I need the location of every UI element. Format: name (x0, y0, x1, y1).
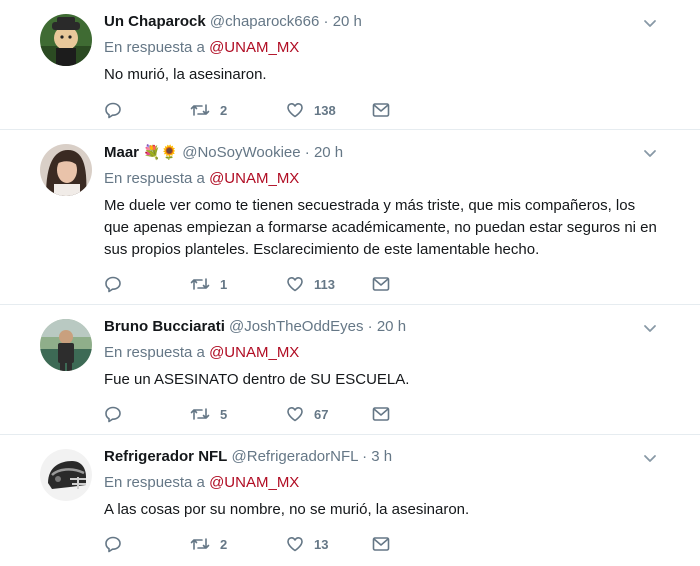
avatar[interactable] (40, 14, 92, 66)
direct-message-button[interactable] (372, 276, 390, 292)
like-count: 113 (314, 276, 335, 292)
heart-icon (286, 535, 304, 553)
retweet-count: 1 (220, 276, 228, 292)
retweet-icon (190, 405, 210, 423)
reply-icon (104, 405, 122, 423)
reply-icon (104, 535, 122, 553)
tweet-header: Maar 💐🌻 @NoSoyWookiee · 20 h (104, 142, 660, 163)
tweet-text: A las cosas por su nombre, no se murió, … (104, 501, 470, 518)
retweet-count: 5 (220, 406, 228, 422)
user-handle[interactable]: @RefrigeradorNFL (232, 448, 358, 465)
direct-message-button[interactable] (372, 406, 390, 422)
timestamp[interactable]: 20 h (377, 318, 406, 335)
display-name[interactable]: Bruno Bucciarati (104, 318, 225, 335)
reply-icon (104, 275, 122, 293)
name-emoji: 💐🌻 (143, 144, 179, 160)
mention-link[interactable]: @UNAM_MX (209, 170, 299, 187)
tweet-text: No murió, la asesinaron. (104, 66, 267, 83)
tweet-actions: 2 138 (104, 100, 390, 120)
retweet-count: 2 (220, 102, 228, 118)
reply-button[interactable] (104, 535, 190, 553)
retweet-button[interactable]: 5 (190, 405, 286, 423)
reply-button[interactable] (104, 275, 190, 293)
reply-context: En respuesta a @UNAM_MX (104, 169, 660, 189)
tweet[interactable]: Maar 💐🌻 @NoSoyWookiee · 20 h En respuest… (0, 130, 700, 305)
retweet-count: 2 (220, 536, 228, 552)
tweet-header: Bruno Bucciarati @JoshTheOddEyes · 20 h (104, 317, 660, 337)
tweet-text: Fue un ASESINATO dentro de SU ESCUELA. (104, 371, 410, 388)
like-count: 138 (314, 102, 336, 118)
separator-dot: · (367, 318, 373, 335)
separator-dot: · (362, 448, 368, 465)
like-button[interactable]: 13 (286, 535, 372, 553)
timestamp[interactable]: 20 h (314, 144, 343, 161)
tweet-actions: 1 113 (104, 274, 390, 294)
envelope-icon (372, 406, 390, 422)
reply-button[interactable] (104, 101, 190, 119)
retweet-button[interactable]: 1 (190, 275, 286, 293)
chevron-down-icon[interactable] (640, 14, 660, 34)
tweet-header: Refrigerador NFL @RefrigeradorNFL · 3 h (104, 447, 660, 467)
display-name[interactable]: Refrigerador NFL (104, 448, 227, 465)
reply-prefix: En respuesta a (104, 170, 205, 187)
like-button[interactable]: 138 (286, 101, 372, 119)
separator-dot: · (304, 144, 310, 161)
reply-button[interactable] (104, 405, 190, 423)
reply-prefix: En respuesta a (104, 39, 205, 56)
envelope-icon (372, 102, 390, 118)
reply-icon (104, 101, 122, 119)
tweet[interactable]: Bruno Bucciarati @JoshTheOddEyes · 20 h … (0, 305, 700, 435)
chevron-down-icon[interactable] (640, 449, 660, 469)
mention-link[interactable]: @UNAM_MX (209, 344, 299, 361)
mention-link[interactable]: @UNAM_MX (209, 474, 299, 491)
like-button[interactable]: 67 (286, 405, 372, 423)
display-name[interactable]: Un Chaparock (104, 13, 206, 30)
reply-context: En respuesta a @UNAM_MX (104, 38, 660, 58)
like-button[interactable]: 113 (286, 275, 372, 293)
heart-icon (286, 275, 304, 293)
direct-message-button[interactable] (372, 102, 390, 118)
reply-prefix: En respuesta a (104, 474, 205, 491)
tweet[interactable]: Un Chaparock @chaparock666 · 20 h En res… (0, 0, 700, 130)
retweet-icon (190, 275, 210, 293)
heart-icon (286, 101, 304, 119)
reply-context: En respuesta a @UNAM_MX (104, 473, 660, 493)
display-name[interactable]: Maar (104, 144, 139, 161)
mention-link[interactable]: @UNAM_MX (209, 39, 299, 56)
tweet-header: Un Chaparock @chaparock666 · 20 h (104, 12, 660, 32)
tweet-text: Me duele ver como te tienen secuestrada … (104, 197, 657, 258)
retweet-button[interactable]: 2 (190, 535, 286, 553)
retweet-button[interactable]: 2 (190, 101, 286, 119)
user-handle[interactable]: @chaparock666 (210, 13, 319, 30)
timestamp[interactable]: 3 h (371, 448, 392, 465)
tweet[interactable]: Refrigerador NFL @RefrigeradorNFL · 3 h … (0, 435, 700, 566)
chevron-down-icon[interactable] (640, 319, 660, 339)
reply-prefix: En respuesta a (104, 344, 205, 361)
tweet-actions: 5 67 (104, 404, 390, 424)
avatar[interactable] (40, 319, 92, 371)
avatar[interactable] (40, 449, 92, 501)
heart-icon (286, 405, 304, 423)
retweet-icon (190, 101, 210, 119)
separator-dot: · (323, 13, 329, 30)
envelope-icon (372, 536, 390, 552)
like-count: 13 (314, 536, 329, 552)
direct-message-button[interactable] (372, 536, 390, 552)
user-handle[interactable]: @NoSoyWookiee (182, 144, 300, 161)
like-count: 67 (314, 406, 329, 422)
tweet-actions: 2 13 (104, 534, 390, 554)
retweet-icon (190, 535, 210, 553)
timestamp[interactable]: 20 h (333, 13, 362, 30)
envelope-icon (372, 276, 390, 292)
chevron-down-icon[interactable] (640, 144, 660, 164)
reply-context: En respuesta a @UNAM_MX (104, 343, 660, 363)
avatar[interactable] (40, 144, 92, 196)
user-handle[interactable]: @JoshTheOddEyes (229, 318, 363, 335)
